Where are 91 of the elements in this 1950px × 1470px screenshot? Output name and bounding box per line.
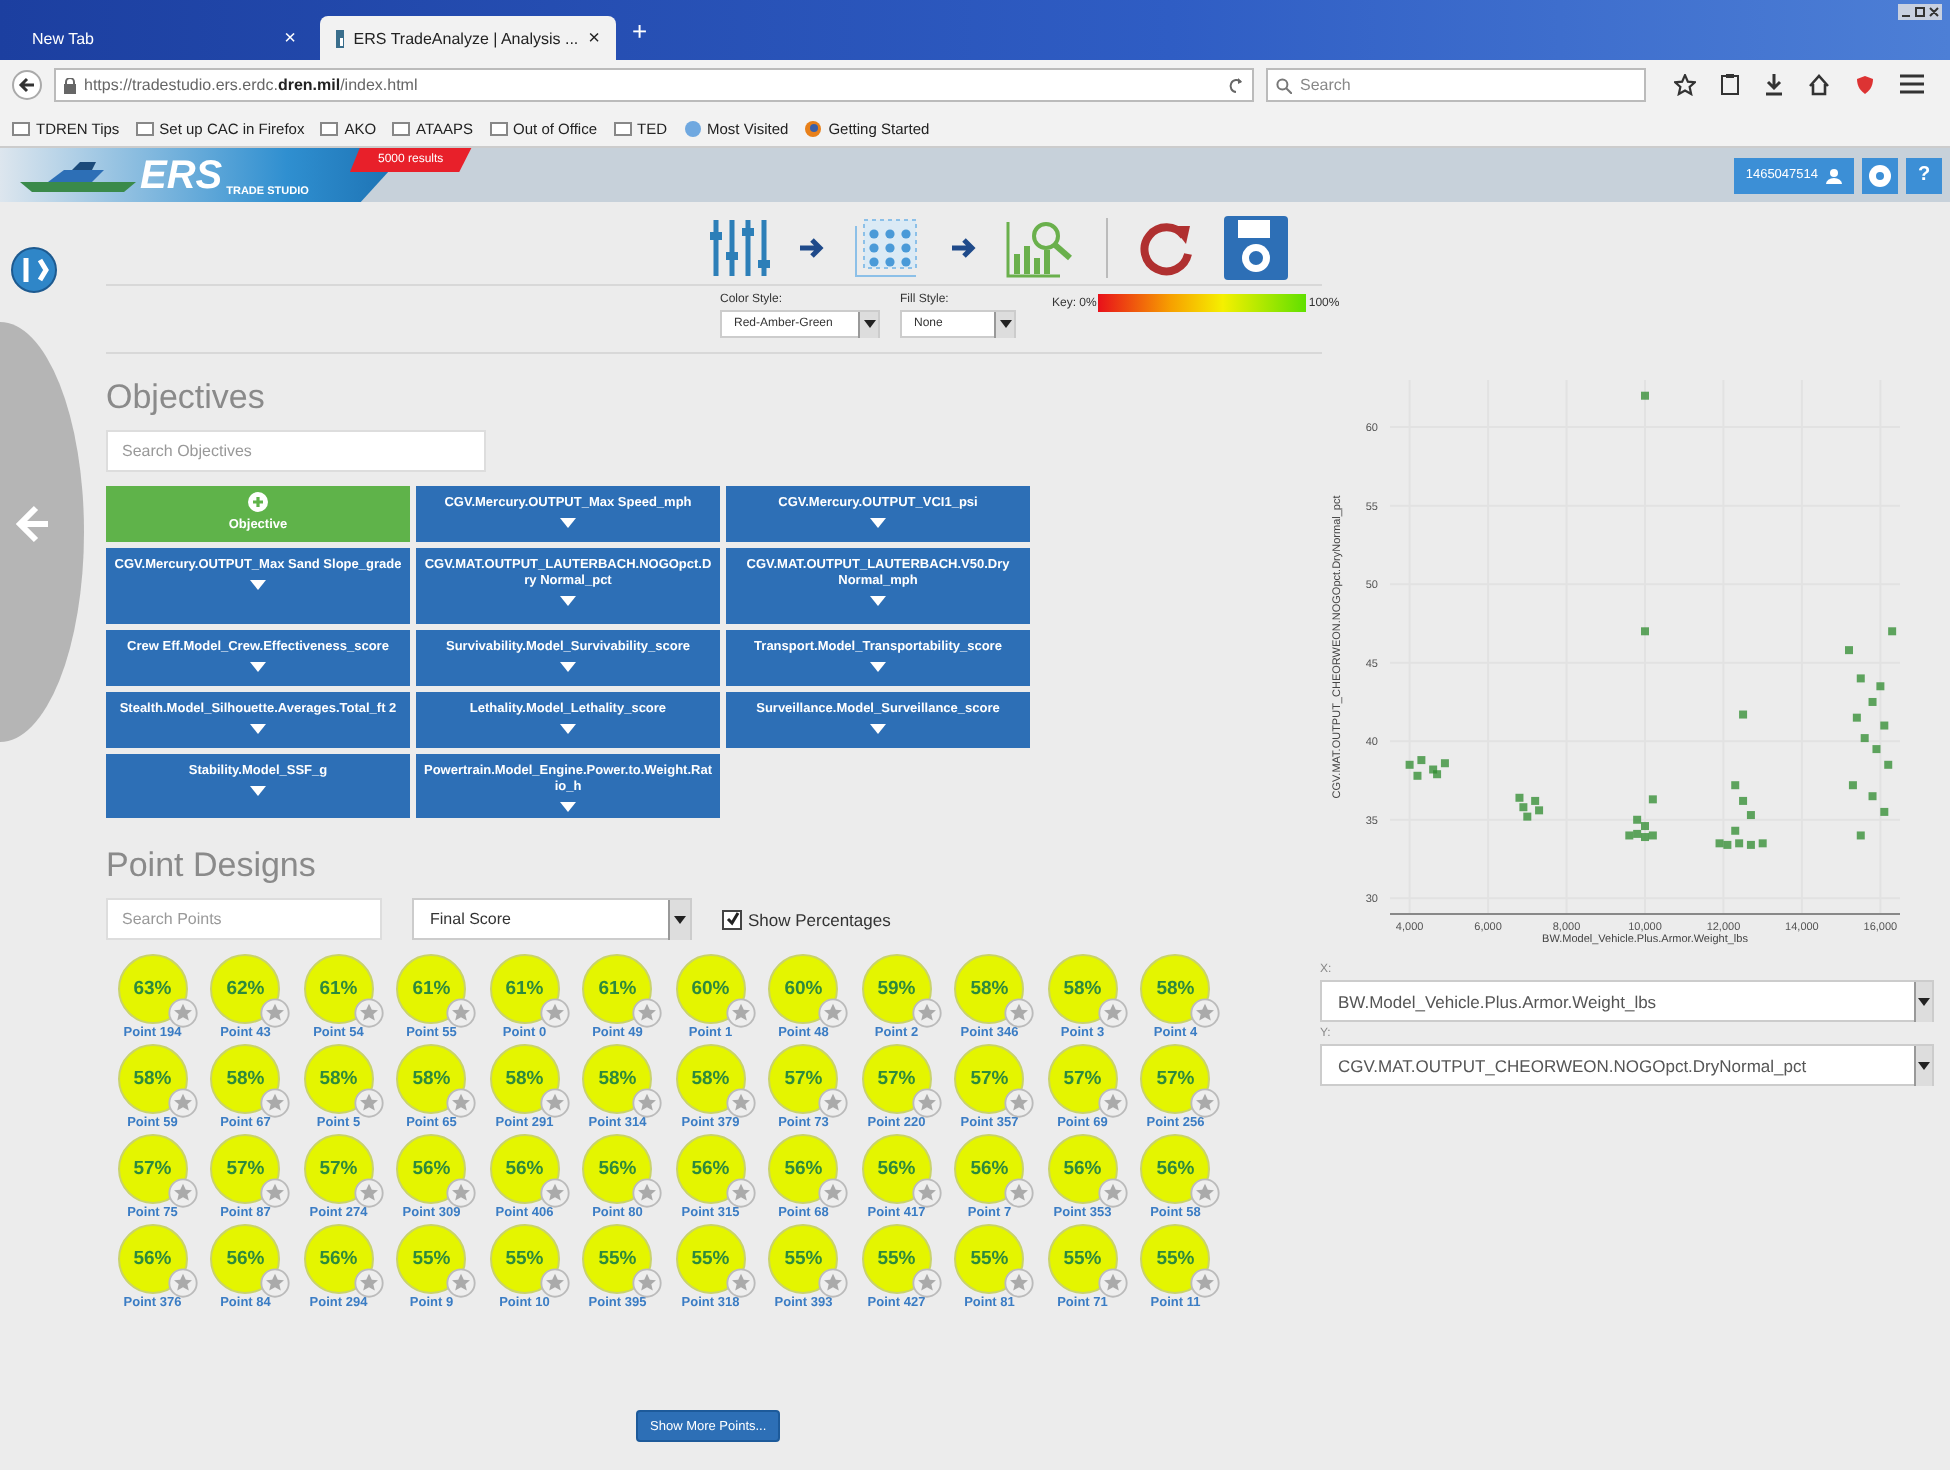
browser-logo-icon [804,119,823,137]
shield-icon[interactable] [1854,74,1876,96]
caret-icon [250,662,266,673]
show-percentages-checkbox[interactable]: Show Percentages [722,909,891,930]
data-point [1731,826,1740,835]
data-point [1876,682,1885,691]
y-axis-select[interactable]: CGV.MAT.OUTPUT_CHEORWEON.NOGOpct.DryNormal_pct [1320,1044,1934,1086]
caret-icon [250,580,266,591]
caret-icon [870,518,886,529]
search-icon [1276,77,1292,93]
new-tab-button[interactable]: + [632,15,648,45]
folder-icon [613,120,631,136]
ship-logo-drawing [20,157,136,193]
reload-icon[interactable] [1228,77,1244,93]
download-icon[interactable] [1764,74,1784,96]
caret-icon [560,802,576,813]
data-point [1868,697,1877,706]
folder-icon [12,120,30,136]
refresh-icon[interactable] [1136,218,1196,278]
data-point [1417,756,1426,765]
dot-grid-icon[interactable] [854,218,922,278]
caret-icon [250,724,266,735]
search-field[interactable]: Search [1266,68,1646,102]
data-point [1731,781,1740,790]
caret-icon [870,596,886,607]
clipboard-icon[interactable] [1720,74,1740,96]
close-tab-button[interactable]: × [284,27,296,49]
caret-icon [250,786,266,797]
save-icon[interactable] [1224,216,1288,280]
data-point [1758,839,1767,848]
data-point [1641,391,1649,400]
globe-icon [683,119,701,137]
menu-icon[interactable] [1900,74,1924,94]
add-icon [248,492,268,513]
data-point [1739,796,1748,805]
data-point [1641,627,1649,636]
folder-icon [135,120,154,136]
help-button[interactable]: ? [1906,157,1942,193]
browser-tab[interactable]: New Tab × [16,16,312,60]
data-point [1872,745,1881,754]
search-field[interactable]: Search Points [106,898,382,941]
chart-search-icon[interactable] [1006,218,1078,278]
data-point [1848,781,1857,790]
home-icon[interactable] [1808,74,1830,96]
arrow-icon [950,236,978,260]
caret-icon [560,596,576,607]
caret-icon [870,662,886,673]
browser-tab[interactable]: ERS TradeAnalyze | Analysis ... × [320,16,616,60]
lock-icon [64,77,76,93]
window-controls-icon[interactable] [1898,4,1942,20]
person-icon [1826,167,1842,183]
sort-select[interactable]: Final Score [412,898,692,941]
status-button[interactable] [1862,157,1898,193]
arrow-icon [798,236,826,260]
data-point [1860,734,1869,743]
back-icon[interactable] [12,70,42,100]
data-point [1880,721,1889,730]
data-point [1739,710,1748,719]
folder-icon [392,120,411,136]
caret-icon [560,724,576,735]
data-point [1888,627,1897,636]
data-point [1845,646,1853,655]
search-placeholder: Search [1300,76,1351,94]
checkbox[interactable] [722,909,742,930]
data-point [1852,713,1861,722]
section-title: Objectives [106,378,267,418]
folder-icon [320,120,339,136]
caret-icon [870,724,886,735]
data-point [1880,807,1889,816]
address-bar[interactable]: https://tradestudio.ers.erdc.dren.mil/index.html [54,68,1254,102]
side-panel-toggle[interactable] [0,322,84,742]
tools-button[interactable] [10,246,58,294]
section-title: Point Designs [106,846,318,887]
dot-icon [1868,163,1892,187]
star-icon[interactable] [1674,74,1696,96]
caret-icon [560,518,576,529]
logo-text: ERS [140,155,223,195]
folder-icon [489,120,508,136]
chart-favicon-icon [336,29,344,47]
data-point [1868,792,1877,801]
search-field[interactable]: Search Objectives [106,430,486,472]
data-point [1746,811,1755,820]
data-point [1648,795,1657,804]
data-point [1884,760,1893,769]
caret-icon [560,662,576,673]
x-axis-select[interactable]: BW.Model_Vehicle.Plus.Armor.Weight_lbs [1320,980,1934,1022]
url-text: https://tradestudio.ers.erdc.dren.mil/index.html [84,76,420,94]
data-point [1856,831,1865,840]
close-tab-button[interactable]: × [588,27,600,49]
sliders-icon[interactable] [710,216,770,280]
data-point [1856,674,1865,683]
